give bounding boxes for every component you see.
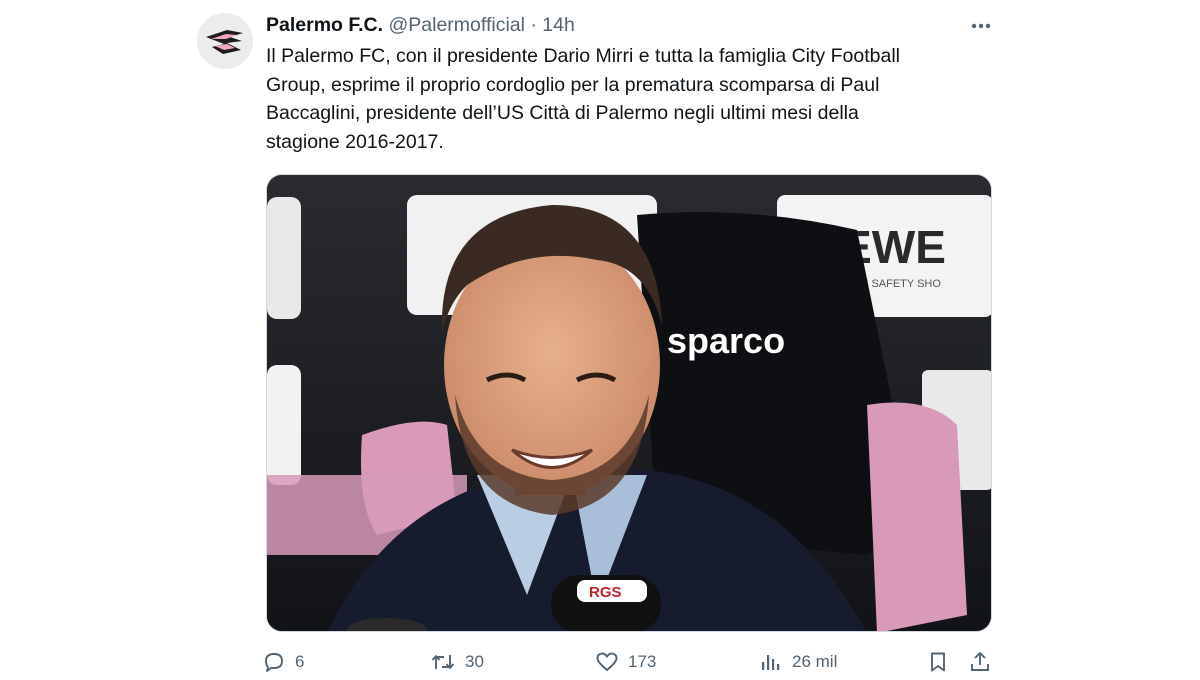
separator-dot: · <box>530 14 537 36</box>
views-button[interactable]: 26 mil <box>759 650 837 674</box>
more-horizontal-icon <box>971 23 991 29</box>
reply-icon <box>265 653 283 672</box>
views-count: 26 mil <box>792 652 838 671</box>
chair-brand: sparco <box>667 320 785 361</box>
share-button[interactable] <box>968 650 992 674</box>
bookmark-icon <box>931 652 945 672</box>
retweet-count: 30 <box>465 652 484 671</box>
retweet-button[interactable]: 30 <box>430 650 484 674</box>
retweet-icon <box>431 654 455 670</box>
tweet-timestamp[interactable]: 14h <box>542 14 575 36</box>
like-icon <box>596 652 618 671</box>
like-count: 173 <box>628 652 657 671</box>
reply-button[interactable]: 6 <box>262 650 304 674</box>
views-icon <box>762 655 780 670</box>
like-button[interactable]: 173 <box>595 650 656 674</box>
share-icon <box>971 651 989 671</box>
reply-count: 6 <box>295 652 305 671</box>
account-name[interactable]: Palermo F.C. <box>266 14 383 36</box>
bookmark-button[interactable] <box>926 650 950 674</box>
avatar[interactable] <box>197 13 253 69</box>
tweet-text: Il Palermo FC, con il presidente Dario M… <box>266 45 900 153</box>
palermo-eagle-logo-icon <box>197 13 253 69</box>
tweet-photo[interactable]: LEWE LAN SAFETY SHO sparco RGS <box>266 174 992 632</box>
more-options-button[interactable] <box>965 14 997 38</box>
press-conference-photo: LEWE LAN SAFETY SHO sparco RGS <box>267 175 991 631</box>
mic-brand: RGS <box>589 584 622 601</box>
account-handle[interactable]: @Palermofficial <box>388 14 524 36</box>
tweet-header: Palermo F.C. @Palermofficial · 14h <box>266 12 575 38</box>
